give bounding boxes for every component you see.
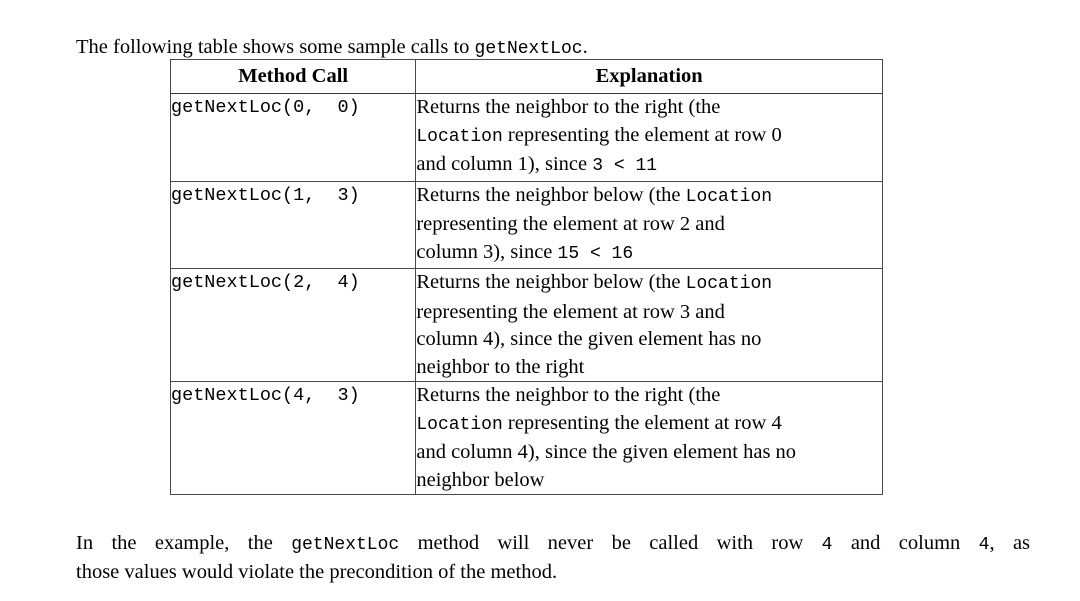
column-header-method-call: Method Call [169,59,417,94]
closing-line-1-part-0: In the example, the [76,531,292,554]
closing-line-2: those values would violate the precondit… [76,561,558,583]
method-call-cell: getNextLoc(1, 3) [169,180,417,269]
closing-line-1-part-5: 4 [978,534,990,555]
explanation-line: neighbor to the right [416,354,882,382]
explanation-cell: Returns the neighbor below (the Location… [415,180,883,269]
closing-line-1-part-4: and column [832,531,979,554]
intro-paragraph: The following table shows some sample ca… [76,33,1036,63]
explanation-r1-l0-part-0: Returns the neighbor below (the [416,183,686,206]
document-page: The following table shows some sample ca… [0,0,1080,601]
explanation-line: Location representing the element at row… [416,410,882,440]
explanation-r2-l0-part-0: Returns the neighbor below (the [416,271,686,293]
explanation-line: Returns the neighbor below (the Location [416,269,882,299]
closing-line-1-part-3: 4 [821,534,833,555]
explanation-r2-l2-part-0: column 4), since the given element has n… [416,328,762,350]
method-call-cell: getNextLoc(4, 3) [169,381,417,495]
explanation-line: Returns the neighbor to the right (the [416,382,882,410]
explanation-line: column 3), since 15 < 16 [416,239,882,269]
closing-line-1-part-1: getNextLoc [291,534,400,555]
explanation-r2-l3-part-0: neighbor to the right [416,355,585,378]
closing-line-1-part-6: , as [989,531,1031,554]
explanation-r3-l2-part-0: and column 4), since the given element h… [416,441,797,463]
sample-calls-table: Method Call Explanation getNextLoc(0, 0)… [169,59,883,495]
explanation-cell: Returns the neighbor to the right (the Lo… [415,381,883,495]
explanation-cell: Returns the neighbor to the right (the Lo… [415,93,883,182]
closing-paragraph: In the example, the getNextLoc method wi… [76,530,1030,587]
explanation-r3-l3-part-0: neighbor below [416,468,545,491]
explanation-line: representing the element at row 3 and [416,299,882,327]
explanation-line: and column 1), since 3 < 11 [416,151,882,181]
explanation-cell: Returns the neighbor below (the Location… [415,268,883,382]
explanation-r0-l2-part-1: 3 < 11 [592,156,658,176]
explanation-r0-l2-part-0: and column 1), since [416,153,593,175]
intro-text-before: The following table shows some sample ca… [76,35,475,58]
explanation-r0-l1-part-1: representing the element at row 0 [502,123,782,146]
explanation-line: column 4), since the given element has n… [416,326,882,354]
explanation-r0-l0-part-0: Returns the neighbor to the right (the [416,96,721,118]
explanation-r1-l0-part-1: Location [685,186,773,207]
explanation-r0-l1-part-0: Location [416,126,503,147]
explanation-line: and column 4), since the given element h… [416,439,882,467]
table-row: getNextLoc(2, 4) Returns the neighbor bel… [169,268,883,382]
closing-line-1-part-2: method will never be called with row [399,531,822,554]
explanation-line: representing the element at row 2 and [416,211,882,239]
explanation-r2-l1-part-0: representing the element at row 3 and [416,300,725,323]
explanation-r1-l2-part-0: column 3), since [416,240,558,263]
explanation-line: neighbor below [416,467,882,495]
intro-text-after: . [582,35,588,58]
method-call-cell: getNextLoc(2, 4) [169,268,417,382]
explanation-r1-l2-part-1: 15 < 16 [557,243,634,264]
column-header-explanation: Explanation [415,59,883,94]
table-body: getNextLoc(0, 0) Returns the neighbor to … [169,93,883,495]
table-row: getNextLoc(0, 0) Returns the neighbor to … [169,93,883,182]
table-header-row: Method Call Explanation [169,59,883,94]
closing-line-1: In the example, the getNextLoc method wi… [76,530,1030,560]
explanation-r1-l1-part-0: representing the element at row 2 and [416,213,725,235]
table-header: Method Call Explanation [169,59,883,94]
explanation-r3-l1-part-1: representing the element at row 4 [502,411,782,434]
explanation-line: Returns the neighbor below (the Location [416,182,882,212]
explanation-r2-l0-part-1: Location [685,274,773,294]
method-call-cell: getNextLoc(0, 0) [169,93,417,182]
explanation-r3-l0-part-0: Returns the neighbor to the right (the [416,384,721,406]
table-row: getNextLoc(4, 3) Returns the neighbor to … [169,381,883,495]
intro-method-name: getNextLoc [474,38,583,59]
table-row: getNextLoc(1, 3) Returns the neighbor bel… [169,180,883,269]
explanation-r3-l1-part-0: Location [416,414,503,435]
explanation-line: Location representing the element at row… [416,122,882,152]
explanation-line: Returns the neighbor to the right (the [416,94,882,122]
